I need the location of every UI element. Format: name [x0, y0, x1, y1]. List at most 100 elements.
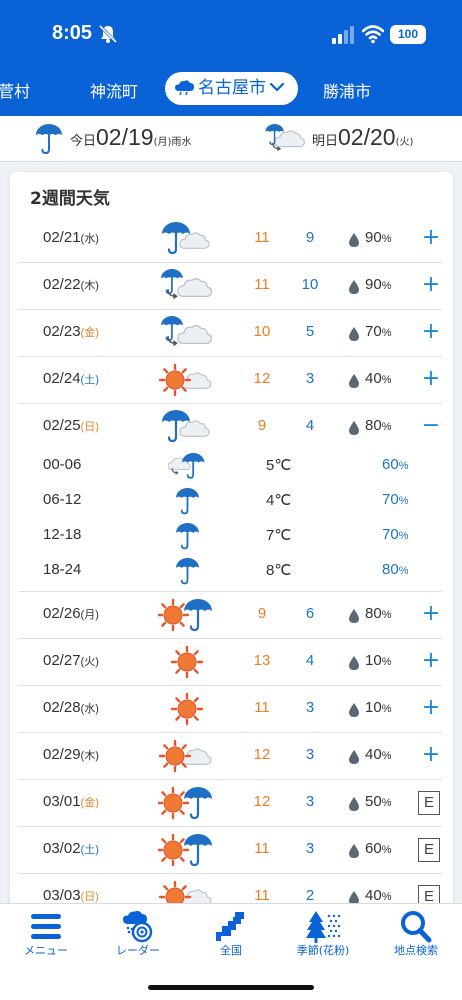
forecast-row[interactable]: 02/23(金) 10 5 70% + [18, 310, 442, 357]
sun-rain-icon [156, 785, 214, 820]
weekday: (日) [80, 421, 99, 433]
umbrella-icon [34, 124, 64, 154]
umbrella-icon [168, 557, 208, 585]
expand-button[interactable]: + [421, 365, 441, 393]
forecast-row[interactable]: 02/29(木) 12 3 40% + [18, 733, 442, 780]
city-tab-sugamura[interactable]: 菅村 [0, 78, 30, 102]
expand-button[interactable]: + [421, 271, 441, 299]
time-slot: 00-06 [43, 456, 82, 473]
tomorrow-summary[interactable]: 明日02/20(火) [312, 124, 413, 151]
pop-unit: % [381, 327, 392, 339]
raindrop-icon [349, 326, 359, 341]
forecast-row[interactable]: 03/02(土) 11 3 60% E [18, 827, 442, 874]
slot-pop-value: 80 [382, 561, 399, 578]
slot-pop-unit: % [398, 460, 409, 472]
ensemble-button[interactable]: E [418, 791, 440, 815]
precip-probability: 40% [365, 370, 391, 387]
today-summary[interactable]: 今日02/19(月)雨水 [70, 124, 191, 151]
collapse-button[interactable]: − [421, 412, 441, 440]
search-icon [401, 911, 432, 943]
weekday: (水) [80, 233, 99, 245]
slot-pop-unit: % [398, 565, 409, 577]
raindrop-icon [349, 796, 359, 811]
pop-unit: % [381, 891, 392, 903]
low-temp: 9 [305, 229, 315, 246]
expand-button[interactable]: + [421, 694, 441, 722]
nav-season-pollen[interactable]: 季節(花粉) [277, 904, 369, 974]
app-header: 8:05 100 菅村 神流町 名古屋市 勝浦市 [0, 0, 462, 116]
slot-pop-value: 60 [382, 456, 399, 473]
rain-cloud-icon [158, 220, 214, 256]
low-temp: 3 [305, 699, 315, 716]
pop-value: 90 [365, 229, 382, 246]
battery-indicator: 100 [390, 25, 426, 44]
forecast-row[interactable]: 02/22(木) 11 10 90% + [18, 263, 442, 310]
forecast-row[interactable]: 02/27(火) 13 4 10% + [18, 639, 442, 686]
umbrella-icon [168, 522, 208, 550]
slot-precip-probability: 80% [382, 561, 408, 578]
date-value: 02/23 [43, 323, 81, 340]
expand-button[interactable]: + [421, 224, 441, 252]
time-slot: 12-18 [43, 526, 82, 543]
pop-unit: % [381, 703, 392, 715]
hourly-detail-row: 12-18 7℃ 70% [18, 518, 442, 553]
city-tab-nagoya-label: 名古屋市 [198, 78, 266, 98]
status-bar: 8:05 100 [0, 0, 462, 66]
high-temp: 13 [253, 652, 271, 669]
two-week-forecast-card: 2週間天気 02/21(水) 11 9 90% +02/22(木) 11 10 90% +02/… [10, 172, 453, 932]
expand-button[interactable]: + [421, 647, 441, 675]
raindrop-icon [349, 420, 359, 435]
date-value: 02/24 [43, 370, 81, 387]
forecast-date: 03/01(金) [43, 793, 99, 810]
nav-location-search[interactable]: 地点検索 [370, 904, 462, 974]
expand-button[interactable]: + [421, 600, 441, 628]
forecast-row[interactable]: 03/01(金) 12 3 50% E [18, 780, 442, 827]
nav-nationwide[interactable]: 全国 [185, 904, 277, 974]
low-temp: 4 [305, 417, 315, 434]
pop-unit: % [381, 280, 392, 292]
pop-value: 60 [365, 840, 382, 857]
slot-pop-value: 70 [382, 491, 399, 508]
high-temp: 12 [253, 370, 271, 387]
forecast-row[interactable]: 02/25(日) 9 4 80% − [18, 404, 442, 451]
raindrop-icon [349, 890, 359, 905]
nav-menu[interactable]: メニュー [0, 904, 92, 974]
hourly-detail-row: 18-24 8℃ 80% [18, 553, 442, 588]
cloud-rain-icon [167, 452, 208, 480]
slot-temp: 8℃ [266, 562, 292, 579]
forecast-row[interactable]: 02/28(水) 11 3 10% + [18, 686, 442, 733]
sun-cloud-icon [158, 739, 214, 773]
weekday: (木) [80, 750, 99, 762]
ensemble-button[interactable]: E [418, 838, 440, 862]
forecast-row[interactable]: 02/24(土) 12 3 40% + [18, 357, 442, 404]
expand-button[interactable]: + [421, 318, 441, 346]
low-temp: 3 [305, 793, 315, 810]
forecast-row[interactable]: 02/21(水) 11 9 90% + [18, 216, 442, 263]
date-value: 02/21 [43, 229, 81, 246]
forecast-date: 02/29(木) [43, 746, 99, 763]
forecast-date: 02/24(土) [43, 370, 99, 387]
precip-probability: 40% [365, 746, 391, 763]
high-temp: 11 [254, 699, 270, 716]
expand-button[interactable]: + [421, 741, 441, 769]
precip-probability: 70% [365, 323, 391, 340]
city-tab-nagoya[interactable]: 名古屋市 [165, 72, 298, 105]
date-value: 03/02 [43, 840, 81, 857]
forecast-row[interactable]: 02/26(月) 9 6 80% + [18, 592, 442, 639]
slot-precip-probability: 70% [382, 491, 408, 508]
precip-probability: 10% [365, 652, 391, 669]
weekday: (金) [80, 797, 99, 809]
date-value: 03/03 [43, 887, 81, 904]
hourly-detail-row: 06-12 4℃ 70% [18, 483, 442, 518]
tomorrow-label: 明日 [312, 134, 339, 149]
city-tab-kanna[interactable]: 神流町 [90, 78, 138, 102]
pop-value: 70 [365, 323, 382, 340]
nav-radar[interactable]: レーダー [92, 904, 184, 974]
rain-cloud-icon [158, 408, 214, 444]
high-temp: 11 [254, 276, 270, 293]
pop-unit: % [381, 656, 392, 668]
city-tab-katsuura[interactable]: 勝浦市 [323, 78, 371, 102]
low-temp: 6 [305, 605, 315, 622]
nav-menu-label: メニュー [24, 944, 68, 957]
slot-precip-probability: 70% [382, 526, 408, 543]
